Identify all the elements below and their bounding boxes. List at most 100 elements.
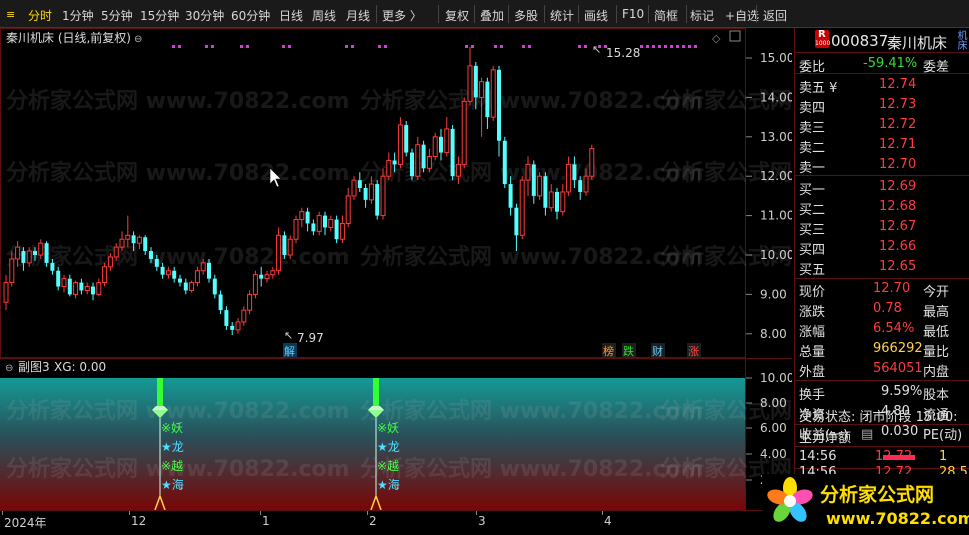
diamond-icon[interactable]: ◇ [712,32,721,45]
buy-row-4[interactable]: 买五 12.65 [799,258,969,278]
toolbar-item-6[interactable]: 日线 [279,7,303,24]
stock-name: 秦川机床 [887,34,948,52]
event-badge-3[interactable]: 涨 [688,345,699,358]
candle-body-up [548,191,554,209]
sell-row-1[interactable]: 卖四 12.73 [799,96,969,116]
event-badge-2[interactable]: 财 [652,344,663,358]
buy-row-2[interactable]: 买三 12.67 [799,218,969,238]
event-badge-1[interactable]: 跌 [623,344,634,358]
candle-body-up [136,236,142,244]
candle-body-up [461,100,467,165]
toolbar-item-3[interactable]: 15分钟 [140,7,179,24]
candle-body-up [270,270,276,276]
sell-row-4[interactable]: 卖一 12.70 [799,156,969,176]
candle-body-up [38,242,44,256]
candle-body-up [490,69,496,118]
toolbar-item-10[interactable]: 复权 [445,7,469,24]
net-flow-row[interactable]: 主力净额 ▤ [799,426,969,446]
stat-row-4[interactable]: 外盘 564051 内盘 [799,360,969,380]
date-label: 3 [478,514,486,528]
toolbar-item-15[interactable]: F10 [622,7,644,21]
signal-dot [172,45,175,48]
candle-body-down [514,207,519,236]
toolbar-item-2[interactable]: 5分钟 [101,7,133,24]
stat2-row-0[interactable]: 换手 9.59% 股本 [799,383,969,403]
signal-dot [578,45,581,48]
title-dropdown-icon[interactable]: ⊖ [134,34,142,45]
site-logo: 分析家公式网 www.70822.com [762,474,969,532]
toolbar-item-19[interactable]: 返回 [763,7,787,24]
toolbar-item-11[interactable]: 叠加 [480,7,504,24]
toolbar-item-1[interactable]: 1分钟 [62,7,94,24]
candle-body-up [73,282,79,295]
toolbar-item-8[interactable]: 月线 [346,7,370,24]
toolbar-item-13[interactable]: 统计 [550,7,574,24]
date-tick [367,511,368,515]
toolbar-item-9[interactable]: 更多 〉 [382,7,422,24]
toolbar-item-16[interactable]: 简框 [654,7,678,24]
toolbar-item-5[interactable]: 60分钟 [231,7,270,24]
sell-price: 12.71 [879,137,917,152]
candlestick-chart-svg[interactable]: 分析家公式网 www.70822.com 分析家公式网 www.70822.com… [0,28,969,358]
subchart-title: 副图3 [18,360,50,374]
toolbar-item-0[interactable]: 分时 [28,7,52,24]
low-price-label: 7.97 [297,331,324,345]
tab-switch-icon[interactable]: ≡ [6,8,15,21]
price-tick-label: 9.00 [760,287,787,301]
webi-row[interactable]: 委比 -59.41% 委差 [799,55,969,75]
candle-body-down [531,164,536,196]
toolbar-separator [438,5,439,23]
stat-value: 6.54% [873,321,915,336]
stat-row-0[interactable]: 现价 12.70 今开 [799,280,969,300]
candle-body-down [572,164,577,181]
candle-body-down [375,184,380,216]
sector-tag[interactable]: 机床 [953,30,968,50]
toolbar-item-4[interactable]: 30分钟 [185,7,224,24]
candle-body-up [426,156,432,169]
net-flow-label: 主力净额 [799,431,852,446]
candle-body-up [189,282,195,291]
candle-body-down [21,251,26,263]
sell-label: 卖四 [799,101,826,116]
candle-body-up [241,309,247,323]
candle-body-down [212,278,217,295]
toolbar-item-7[interactable]: 周线 [312,7,336,24]
toolbar-separator [376,5,377,23]
toolbar-item-12[interactable]: 多股 [514,7,538,24]
sell-row-0[interactable]: 卖五 ¥ 12.74 [799,76,969,96]
sell-row-2[interactable]: 卖三 12.72 [799,116,969,136]
buy-row-1[interactable]: 买二 12.68 [799,198,969,218]
signal-dot [688,45,691,48]
buy-row-3[interactable]: 买四 12.66 [799,238,969,258]
subchart-dropdown-icon[interactable]: ⊖ [5,363,13,374]
trade-state-row[interactable]: 交易状态: 闭市阶段 15:00: [799,405,969,425]
event-badge-0[interactable]: 榜 [603,344,614,358]
main-chart-bg [0,28,792,358]
webi-value: -59.41% [863,56,918,71]
candle-body-down [473,65,478,98]
candle-body-down [357,180,362,189]
watermark-text: 分析家公式网 www.70822.com [360,88,704,114]
toolbar-item-18[interactable]: +自选 [725,7,759,24]
price-tick-label: 13.00 [760,130,792,144]
stat-right-label: 量比 [923,345,950,360]
signal-dot [522,45,525,48]
indicator-subchart[interactable]: ⊖ 副图3 XG: 0.00 10.008.006.004.002.00 ※妖★… [0,358,969,511]
candle-body-down [172,270,177,279]
stat-row-3[interactable]: 总量 966292 量比 [799,340,969,360]
indicator-subchart-svg[interactable]: ⊖ 副图3 XG: 0.00 10.008.006.004.002.00 ※妖★… [0,358,969,511]
buy-row-0[interactable]: 买一 12.69 [799,178,969,198]
unlock-marker[interactable]: 解 [284,344,295,358]
stat-row-2[interactable]: 涨幅 6.54% 最低 [799,320,969,340]
candle-body-up [368,183,374,201]
sell-row-3[interactable]: 卖二 12.71 [799,136,969,156]
date-label: 1 [262,514,270,528]
main-price-chart[interactable]: 分析家公式网 www.70822.com 分析家公式网 www.70822.com… [0,28,969,358]
stat-row-1[interactable]: 涨跌 0.78 最高 [799,300,969,320]
price-tick-label: 8.00 [760,327,787,341]
toolbar-item-14[interactable]: 画线 [584,7,608,24]
toolbar-item-17[interactable]: 标记 [690,7,714,24]
watermark-text: 分析家公式网 www.70822.com [360,244,704,270]
candle-body-up [293,219,299,240]
candle-body-down [33,251,37,255]
